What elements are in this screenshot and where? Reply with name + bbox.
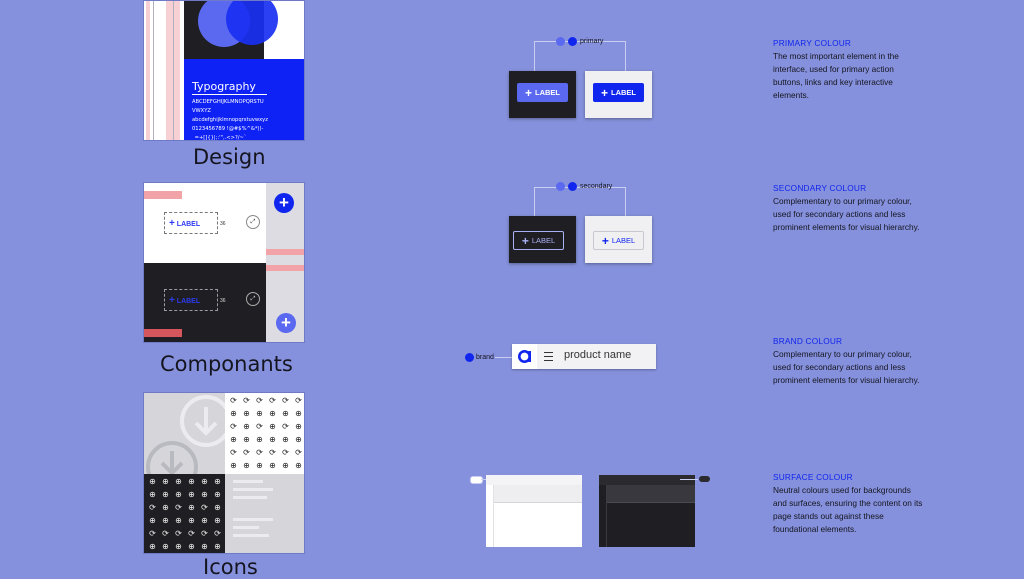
- label-spec-text: LABEL: [176, 221, 201, 228]
- plus-icon: +: [281, 313, 291, 332]
- surface-colour-description: Neutral colours used for backgrounds and…: [773, 485, 923, 534]
- primary-button-label: LABEL: [535, 88, 560, 97]
- light-surface-swatch[interactable]: [470, 476, 483, 484]
- dark-surface-preview: [599, 475, 695, 547]
- typography-title: Typography: [192, 80, 256, 93]
- type-sample-line: abcdefghijklmnopqrstuvwxyz: [192, 117, 268, 123]
- icon-quadrant: ⊕ ⊕ ⊕ ⊕ ⊕ ⊕ ⊕ ⊕ ⊕ ⊕ ⊕ ⊕ ⟳ ⊕ ⟳ ⊕ ⟳ ⊕ ⊕ ⊕ ⊕ ⊕ ⊕ ⊕ ⟳ ⟳ ⟳ ⟳ ⟳ ⟳ ⊕ ⊕ ⊕ ⊕ ⊕…: [144, 474, 225, 553]
- brand-token-label: brand: [476, 354, 494, 361]
- text-lines: [233, 480, 273, 537]
- icon-quadrant: ⟳ ⟳ ⟳ ⟳ ⟳ ⟳ ⊕ ⊕ ⊕ ⊕ ⊕ ⊕ ⟳ ⊕ ⟳ ⊕ ⟳ ⊕ ⊕ ⊕ ⊕ ⊕ ⊕ ⊕ ⟳ ⟳ ⟳ ⟳ ⟳ ⟳ ⊕ ⊕ ⊕ ⊕ ⊕…: [225, 393, 304, 474]
- primary-colour-title: PRIMARY COLOUR: [773, 38, 852, 48]
- type-sample-line: ABCDEFGHIJKLMNOPQRSTU: [192, 99, 264, 105]
- fab-secondary[interactable]: +: [276, 313, 296, 333]
- label-spec-text: LABEL: [176, 298, 201, 305]
- layout-guide: [153, 1, 154, 140]
- primary-colour-description: The most important element in the interf…: [773, 51, 899, 100]
- components-caption: Componants: [160, 352, 293, 376]
- surface-divider: [607, 502, 695, 503]
- type-sample-line: VWXYZ: [192, 108, 211, 114]
- plus-icon: +: [601, 233, 609, 248]
- secondary-button-label: LABEL: [611, 236, 636, 245]
- secondary-button-light[interactable]: + LABEL: [593, 231, 644, 250]
- primary-swatch[interactable]: [568, 37, 577, 46]
- surface-divider: [494, 502, 582, 503]
- primary-token-label: primary: [580, 38, 604, 45]
- design-caption: Design: [193, 145, 266, 169]
- app-bar: product name: [512, 344, 656, 369]
- components-thumbnail[interactable]: + LABEL 36 ⤢ + LABEL 36 ⤢ + +: [143, 182, 305, 343]
- secondary-colour-title: SECONDARY COLOUR: [773, 183, 867, 193]
- label-spec-dark: + LABEL: [164, 289, 218, 311]
- design-thumbnail[interactable]: Typography ABCDEFGHIJKLMNOPQRSTU VWXYZ a…: [143, 0, 305, 141]
- brand-colour-title: BRAND COLOUR: [773, 336, 843, 346]
- primary-light-frame: + LABEL: [585, 71, 652, 118]
- measure-text: 36: [220, 298, 226, 304]
- icon-spec: ⤢: [246, 292, 260, 306]
- secondary-light-frame: + LABEL: [585, 216, 652, 263]
- typography-rule: [192, 94, 267, 95]
- secondary-button-dark[interactable]: + LABEL: [513, 231, 564, 250]
- hamburger-menu-icon[interactable]: [544, 352, 553, 361]
- brand-logo-icon: [518, 350, 532, 363]
- fab-primary[interactable]: +: [274, 193, 294, 213]
- type-sample-line: 0123456789 !@#$%^&*()-: [192, 126, 264, 132]
- surface-subheader: [494, 485, 582, 502]
- secondary-soft-swatch[interactable]: [556, 182, 565, 191]
- typography-panel: Typography ABCDEFGHIJKLMNOPQRSTU VWXYZ a…: [184, 59, 304, 141]
- surface-divider: [606, 485, 607, 547]
- icon-quadrant: [144, 393, 232, 493]
- brand-swatch[interactable]: [465, 353, 474, 362]
- plus-icon: +: [521, 233, 529, 248]
- icons-thumbnail[interactable]: ⟳ ⟳ ⟳ ⟳ ⟳ ⟳ ⊕ ⊕ ⊕ ⊕ ⊕ ⊕ ⟳ ⊕ ⟳ ⊕ ⟳ ⊕ ⊕ ⊕ ⊕ ⊕ ⊕ ⊕ ⟳ ⟳ ⟳ ⟳ ⟳ ⟳ ⊕ ⊕ ⊕ ⊕ ⊕…: [143, 392, 305, 554]
- icon-spec: ⤢: [246, 215, 260, 229]
- surface-header: [599, 475, 695, 485]
- plus-icon: +: [279, 193, 289, 212]
- overlapping-circles: [198, 1, 278, 47]
- secondary-swatch[interactable]: [568, 182, 577, 191]
- spacing-marker: [144, 191, 182, 199]
- spacing-marker: [266, 249, 304, 255]
- surface-colour-title: SURFACE COLOUR: [773, 472, 853, 482]
- surface-divider: [493, 485, 494, 547]
- connector-line: [680, 479, 698, 480]
- label-spec-light: + LABEL: [164, 212, 218, 234]
- surface-subheader: [607, 485, 695, 502]
- secondary-token-label: secondary: [580, 183, 613, 190]
- secondary-colour-description: Complementary to our primary colour, use…: [773, 196, 920, 232]
- icons-caption: Icons: [203, 555, 258, 579]
- measure-text: 36: [220, 221, 226, 227]
- layout-guide: [173, 1, 174, 140]
- dark-surface-swatch[interactable]: [699, 476, 710, 482]
- type-sample-line: _=+[]{}|;:'",.<>?/~`: [192, 135, 247, 141]
- spacing-marker: [144, 329, 182, 337]
- surface-header: [486, 475, 582, 485]
- icon-quadrant: [225, 474, 304, 553]
- icon-grid: ⟳ ⟳ ⟳ ⟳ ⟳ ⟳ ⊕ ⊕ ⊕ ⊕ ⊕ ⊕ ⟳ ⊕ ⟳ ⊕ ⟳ ⊕ ⊕ ⊕ ⊕ ⊕ ⊕ ⊕ ⟳ ⟳ ⟳ ⟳ ⟳ ⟳ ⊕ ⊕ ⊕ ⊕ ⊕…: [230, 396, 302, 470]
- brand-colour-description: Complementary to our primary colour, use…: [773, 349, 920, 385]
- layout-guide: [146, 1, 150, 140]
- product-name: product name: [564, 349, 632, 361]
- light-surface-preview: [486, 475, 582, 547]
- secondary-button-label: LABEL: [531, 236, 556, 245]
- brand-logo-tile[interactable]: [512, 344, 537, 369]
- primary-button-dark[interactable]: + LABEL: [517, 83, 568, 102]
- primary-button-label: LABEL: [611, 88, 636, 97]
- download-icon: [146, 395, 232, 493]
- primary-soft-swatch[interactable]: [556, 37, 565, 46]
- plus-icon: +: [524, 85, 532, 100]
- secondary-dark-frame: + LABEL: [509, 216, 576, 263]
- primary-dark-frame: + LABEL: [509, 71, 576, 118]
- spacing-marker: [266, 265, 304, 271]
- plus-icon: +: [600, 85, 608, 100]
- primary-button-light[interactable]: + LABEL: [593, 83, 644, 102]
- icon-grid: ⊕ ⊕ ⊕ ⊕ ⊕ ⊕ ⊕ ⊕ ⊕ ⊕ ⊕ ⊕ ⟳ ⊕ ⟳ ⊕ ⟳ ⊕ ⊕ ⊕ ⊕ ⊕ ⊕ ⊕ ⟳ ⟳ ⟳ ⟳ ⟳ ⟳ ⊕ ⊕ ⊕ ⊕ ⊕…: [149, 477, 221, 551]
